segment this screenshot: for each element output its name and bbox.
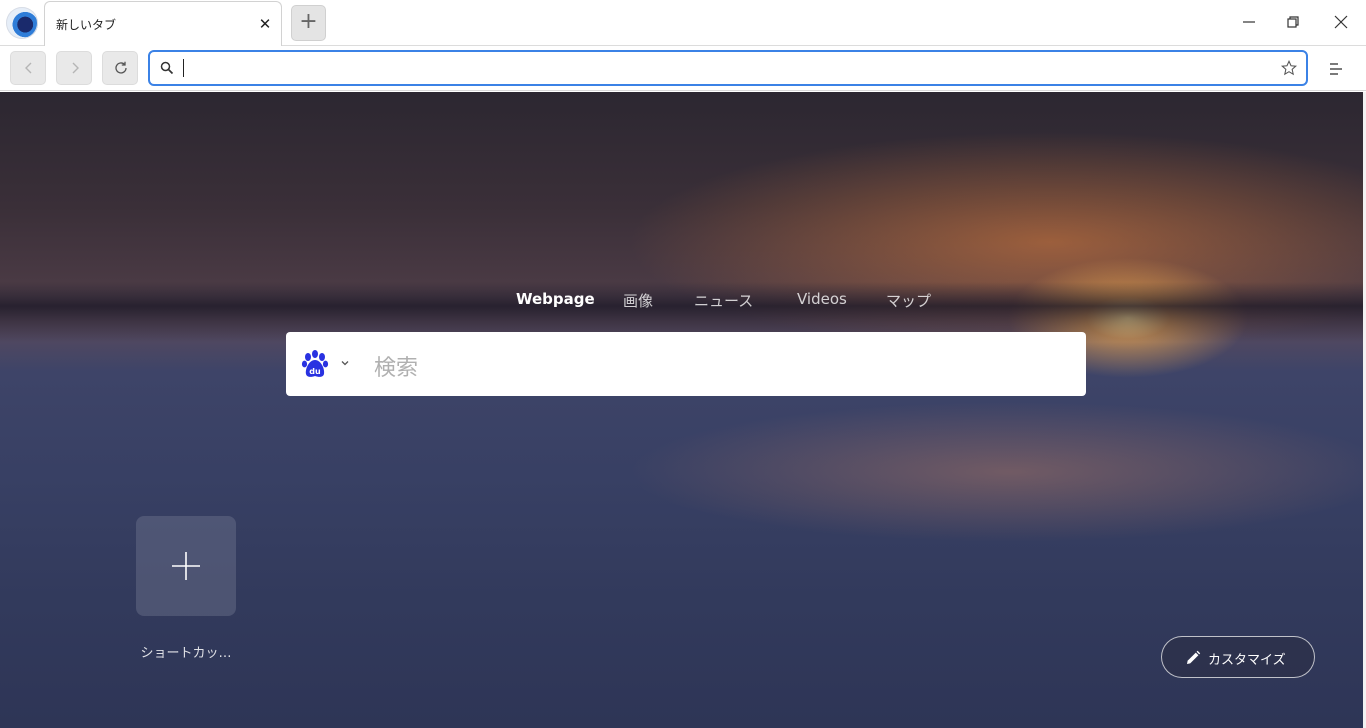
title-bar: 新しいタブ ✕ + — [0, 0, 1366, 47]
window-close-icon[interactable] — [1329, 10, 1353, 34]
browser-logo[interactable] — [6, 7, 38, 39]
tab-news[interactable]: ニュース — [694, 290, 753, 311]
address-bar[interactable] — [148, 50, 1308, 86]
customize-label: カスタマイズ — [1208, 653, 1286, 668]
tab-images[interactable]: 画像 — [623, 290, 653, 311]
reload-icon — [115, 61, 127, 74]
minimize-icon[interactable] — [1237, 10, 1261, 34]
address-input[interactable] — [180, 57, 1270, 79]
text-caret — [183, 59, 184, 77]
back-button[interactable] — [10, 51, 46, 85]
plus-icon — [172, 552, 200, 580]
toolbar — [0, 46, 1366, 91]
chevron-down-icon[interactable] — [340, 358, 350, 368]
reload-button[interactable] — [102, 51, 138, 85]
forward-button[interactable] — [56, 51, 92, 85]
add-shortcut-button[interactable] — [136, 516, 236, 616]
search-icon — [160, 61, 174, 75]
tab-new-tab[interactable]: 新しいタブ ✕ — [44, 1, 282, 47]
search-box[interactable]: du 検索 — [286, 332, 1086, 396]
chevron-left-icon — [25, 62, 32, 74]
tab-maps[interactable]: マップ — [886, 290, 931, 311]
search-category-tabs: Webpage 画像 ニュース Videos マップ — [0, 290, 1366, 310]
customize-button[interactable]: カスタマイズ — [1161, 636, 1315, 678]
new-tab-button[interactable]: + — [291, 5, 326, 41]
tab-videos[interactable]: Videos — [797, 290, 847, 308]
restore-icon[interactable] — [1281, 10, 1305, 34]
bookmark-star-icon[interactable] — [1280, 59, 1298, 77]
menu-icon[interactable] — [1326, 59, 1346, 79]
tab-title: 新しいタブ — [56, 18, 117, 32]
tab-webpage[interactable]: Webpage — [516, 290, 595, 308]
pencil-icon — [1187, 650, 1201, 664]
chevron-right-icon — [72, 62, 79, 74]
search-placeholder[interactable]: 検索 — [374, 350, 418, 382]
close-icon[interactable]: ✕ — [255, 14, 275, 34]
new-tab-page: Webpage 画像 ニュース Videos マップ du 検索 ショートカッ… — [0, 92, 1366, 728]
baidu-paw-icon[interactable]: du — [300, 349, 330, 379]
shortcut-label: ショートカッ… — [140, 646, 232, 661]
svg-text:du: du — [309, 367, 321, 376]
